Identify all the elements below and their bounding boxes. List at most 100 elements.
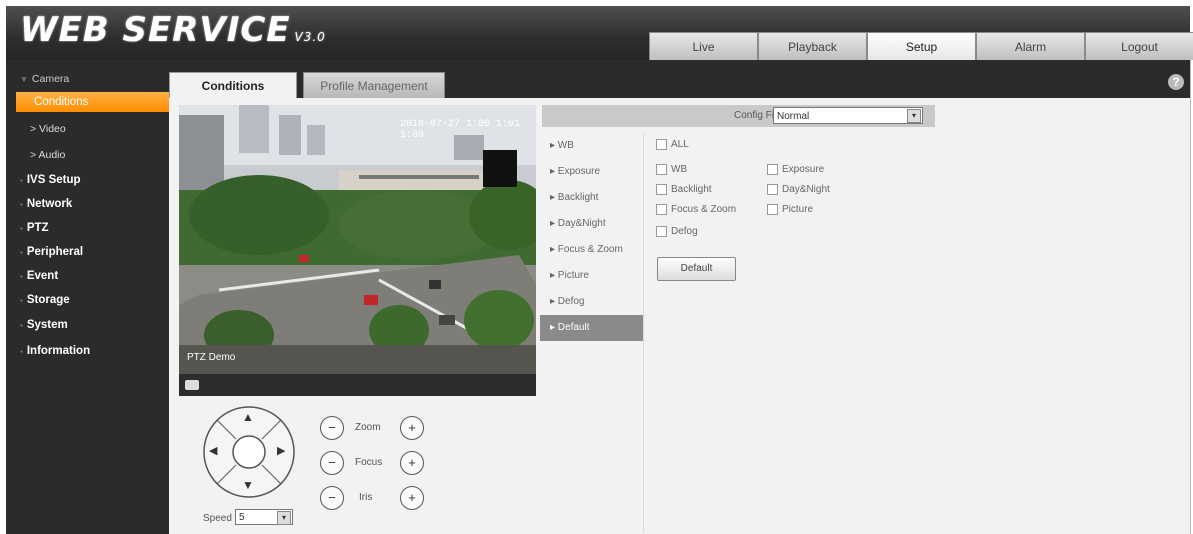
video-preview: 2018-07-27 1:00 1:01 1:00 PTZ Demo — [179, 105, 536, 396]
focus-plus-button[interactable]: + — [400, 451, 424, 475]
checkbox-box — [656, 184, 667, 195]
sidebar-item-event[interactable]: ▪ Event — [6, 265, 169, 287]
focus-minus-button[interactable]: − — [320, 451, 344, 475]
ptz-right-button[interactable]: ▶ — [277, 444, 285, 457]
ptz-up-button[interactable]: ▲ — [242, 410, 254, 424]
checkbox-label: Focus & Zoom — [671, 204, 737, 216]
sidebar-item-ptz[interactable]: ▪ PTZ — [6, 217, 169, 239]
checkbox-box — [656, 226, 667, 237]
checkbox-daynight[interactable]: Day&Night — [767, 184, 830, 195]
zoom-out-button[interactable]: − — [320, 416, 344, 440]
iris-minus-button[interactable]: − — [320, 486, 344, 510]
speed-value: 5 — [239, 512, 245, 523]
checkbox-wb[interactable]: WB — [656, 164, 687, 175]
focus-label: Focus — [355, 457, 383, 468]
nav-playback[interactable]: Playback — [758, 32, 867, 60]
speed-select[interactable]: 5 ▾ — [235, 509, 293, 525]
menu-item-picture[interactable]: ▸ Picture — [540, 263, 643, 289]
sidebar-item-label: Event — [26, 270, 59, 282]
camera-scene-image: 2018-07-27 1:00 1:01 1:00 PTZ Demo — [179, 105, 536, 374]
menu-divider — [643, 133, 644, 533]
chevron-down-icon: ▾ — [277, 511, 291, 525]
checkbox-box — [656, 139, 667, 150]
sidebar-item-label: IVS Setup — [26, 174, 81, 186]
sidebar-item-peripheral[interactable]: ▪ Peripheral — [6, 241, 169, 263]
sidebar-item-label: PTZ — [26, 222, 49, 234]
main-panel: Conditions Profile Management ? 2018-07-… — [169, 60, 1191, 534]
menu-item-backlight[interactable]: ▸ Backlight — [540, 185, 643, 211]
iris-plus-button[interactable]: + — [400, 486, 424, 510]
checkbox-label: ALL — [671, 139, 689, 151]
checkbox-exposure[interactable]: Exposure — [767, 164, 824, 175]
tab-bar: Conditions Profile Management ? — [169, 60, 1190, 98]
checkbox-label: WB — [671, 164, 688, 176]
config-file-select[interactable]: Normal ▾ — [773, 107, 923, 124]
sidebar-item-storage[interactable]: ▪ Storage — [6, 289, 169, 311]
nav-alarm[interactable]: Alarm — [976, 32, 1085, 60]
sidebar-item-label: System — [26, 319, 68, 331]
sidebar-item-label: Peripheral — [26, 246, 84, 258]
menu-item-daynight[interactable]: ▸ Day&Night — [540, 211, 643, 237]
tab-profile-management[interactable]: Profile Management — [303, 72, 445, 98]
logo: WEB SERVICE V3.0 — [20, 10, 326, 50]
checkbox-all[interactable]: ALL — [656, 139, 689, 150]
checkbox-defog[interactable]: Defog — [656, 226, 698, 237]
sidebar-item-label: Camera — [31, 73, 70, 85]
sidebar-item-video[interactable]: > Video — [6, 118, 169, 140]
content-area: 2018-07-27 1:00 1:01 1:00 PTZ Demo ▲ ▼ ◀… — [169, 98, 1190, 534]
bullet-icon: ▪ — [20, 321, 23, 330]
bullet-icon: ▪ — [20, 347, 23, 356]
help-icon[interactable]: ? — [1168, 74, 1184, 90]
nav-logout[interactable]: Logout — [1085, 32, 1193, 60]
default-button[interactable]: Default — [657, 257, 736, 281]
header-bar: WEB SERVICE V3.0 Live Playback Setup Alar… — [6, 6, 1193, 60]
bullet-icon: ▪ — [20, 296, 23, 305]
config-file-value: Normal — [777, 111, 810, 122]
sidebar-item-label: Conditions — [34, 96, 89, 108]
zoom-label: Zoom — [355, 422, 381, 433]
checkbox-box — [656, 204, 667, 215]
checkbox-label: Picture — [782, 204, 814, 216]
checkbox-focus-zoom[interactable]: Focus & Zoom — [656, 204, 736, 215]
bullet-icon: ▪ — [20, 272, 23, 281]
ptz-down-button[interactable]: ▼ — [242, 478, 254, 492]
sidebar-item-network[interactable]: ▪ Network — [6, 193, 169, 215]
ptz-direction-wheel: ▲ ▼ ◀ ▶ — [201, 404, 297, 500]
checkbox-box — [767, 204, 778, 215]
sidebar-item-ivs-setup[interactable]: ▪ IVS Setup — [6, 169, 169, 191]
nav-live[interactable]: Live — [649, 32, 758, 60]
menu-item-exposure[interactable]: ▸ Exposure — [540, 159, 643, 185]
sidebar-item-label: > Audio — [30, 149, 66, 161]
video-toolbar — [179, 374, 536, 396]
menu-item-focus-zoom[interactable]: ▸ Focus & Zoom — [540, 237, 643, 263]
checkbox-picture[interactable]: Picture — [767, 204, 813, 215]
ptz-left-button[interactable]: ◀ — [209, 444, 217, 457]
menu-item-default[interactable]: ▸ Default — [540, 315, 643, 341]
checkbox-backlight[interactable]: Backlight — [656, 184, 712, 195]
sidebar: ▼ Camera Conditions > Video > Audio ▪ IVS … — [6, 60, 169, 534]
sidebar-item-conditions[interactable]: Conditions — [16, 92, 169, 112]
logo-text: WEB SERVICE — [20, 10, 291, 50]
checkbox-box — [767, 164, 778, 175]
sidebar-item-camera[interactable]: ▼ Camera — [6, 68, 169, 90]
chevron-down-icon: ▾ — [907, 109, 921, 123]
checkbox-label: Backlight — [671, 184, 712, 196]
snapshot-icon[interactable] — [185, 380, 199, 390]
tab-conditions[interactable]: Conditions — [169, 72, 297, 98]
nav-setup[interactable]: Setup — [867, 32, 976, 60]
iris-label: Iris — [359, 492, 373, 503]
sidebar-item-system[interactable]: ▪ System — [6, 314, 169, 336]
sidebar-item-audio[interactable]: > Audio — [6, 144, 169, 166]
osd-channel-label: PTZ Demo — [187, 352, 236, 363]
sidebar-item-label: Network — [26, 198, 73, 210]
checkbox-box — [767, 184, 778, 195]
sidebar-item-label: Information — [26, 345, 91, 357]
zoom-in-button[interactable]: + — [400, 416, 424, 440]
expand-icon: ▼ — [20, 75, 28, 84]
menu-item-defog[interactable]: ▸ Defog — [540, 289, 643, 315]
sidebar-item-information[interactable]: ▪ Information — [6, 340, 169, 362]
speed-label: Speed — [203, 513, 232, 524]
bullet-icon: ▪ — [20, 176, 23, 185]
bullet-icon: ▪ — [20, 224, 23, 233]
menu-item-wb[interactable]: ▸ WB — [540, 133, 643, 159]
